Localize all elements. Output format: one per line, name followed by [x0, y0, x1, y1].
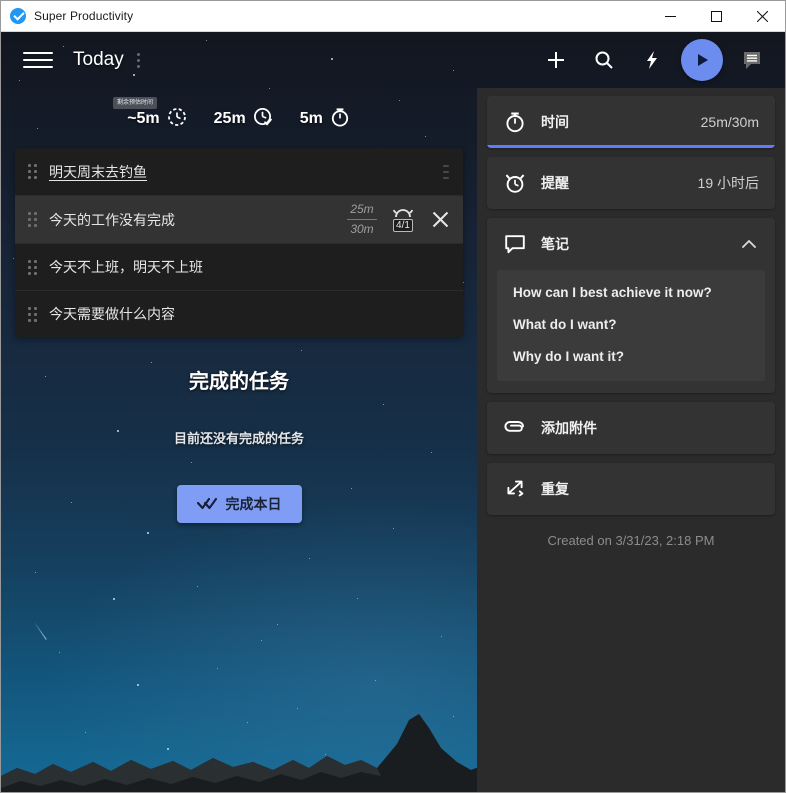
- window-title: Super Productivity: [34, 9, 134, 23]
- task-more-icon[interactable]: [443, 164, 449, 179]
- table-row[interactable]: 今天需要做什么内容: [15, 291, 463, 337]
- task-time[interactable]: 25m 30m: [345, 202, 379, 237]
- table-row[interactable]: 明天周末去钓鱼: [15, 148, 463, 196]
- task-time-divider: [347, 219, 377, 220]
- comment-icon: [503, 232, 529, 256]
- note-line: How can I best achieve it now?: [513, 285, 712, 300]
- detail-card-repeat: 重复: [487, 463, 775, 515]
- clock-check-icon: [252, 106, 274, 133]
- page-title: Today: [73, 49, 124, 70]
- app-toolbar: Today: [1, 32, 785, 88]
- note-line: What do I want?: [513, 317, 617, 332]
- note-icon[interactable]: [733, 41, 771, 79]
- more-vertical-icon[interactable]: [130, 48, 148, 72]
- summary-estimate-value: 5m: [299, 110, 323, 127]
- alarm-count: 4/1: [393, 219, 413, 232]
- summary-remaining-value: ~5m: [127, 110, 160, 127]
- summary-tooltip: 剩余预估时间: [113, 97, 158, 109]
- reminder-row[interactable]: 提醒 19 小时后: [487, 157, 775, 209]
- double-check-icon: [196, 496, 217, 513]
- task-list: 明天周末去钓鱼 今天的工作没有完成 25m 30m 4/1 今天不上班，明天不上…: [15, 148, 463, 337]
- task-time-spent: 25m: [350, 202, 374, 216]
- table-row[interactable]: 今天的工作没有完成 25m 30m 4/1: [15, 196, 463, 244]
- chevron-up-icon[interactable]: [739, 234, 759, 254]
- toolbar-actions: [537, 39, 771, 81]
- reminder-label: 提醒: [541, 175, 569, 191]
- attachment-row[interactable]: 添加附件: [487, 402, 775, 454]
- drag-handle-icon[interactable]: [15, 291, 49, 337]
- finish-day-button[interactable]: 完成本日: [176, 485, 302, 523]
- time-value: 25m/30m: [700, 114, 759, 130]
- repeat-label: 重复: [541, 481, 569, 497]
- window-titlebar: Super Productivity: [1, 1, 785, 32]
- drag-handle-icon[interactable]: [15, 149, 49, 195]
- summary-spent-value: 25m: [213, 110, 246, 127]
- task-title[interactable]: 明天周末去钓鱼: [49, 162, 453, 182]
- detail-card-notes: 笔记 How can I best achieve it now? What d…: [487, 218, 775, 393]
- time-label: 时间: [541, 114, 569, 130]
- drag-handle-icon[interactable]: [15, 244, 49, 290]
- app-content: Today 剩余预估时间 ~5m 25m 5m 明天周末去钓鱼 今天的工作没有完…: [1, 32, 785, 792]
- task-title[interactable]: 今天的工作没有完成: [49, 210, 345, 230]
- hamburger-menu-icon[interactable]: [23, 45, 53, 75]
- notes-label: 笔记: [541, 236, 569, 252]
- plus-icon[interactable]: [537, 41, 575, 79]
- time-progress-bar: [487, 145, 775, 148]
- table-row[interactable]: 今天不上班，明天不上班: [15, 244, 463, 291]
- notes-body[interactable]: How can I best achieve it now? What do I…: [497, 270, 765, 381]
- alarm-clock-icon[interactable]: 4/1: [391, 207, 415, 232]
- task-close-icon[interactable]: [427, 207, 453, 233]
- done-tasks-section: 完成的任务 目前还没有完成的任务 完成本日: [1, 365, 477, 523]
- main-content: 剩余预估时间 ~5m 25m 5m 明天周末去钓鱼 今天的工作没有完成 25m …: [1, 88, 477, 792]
- detail-card-attachment: 添加附件: [487, 402, 775, 454]
- done-tasks-title: 完成的任务: [189, 371, 289, 393]
- note-line: Why do I want it?: [513, 349, 624, 364]
- paperclip-icon: [503, 416, 529, 440]
- detail-card-reminder: 提醒 19 小时后: [487, 157, 775, 209]
- stopwatch-icon: [329, 106, 351, 133]
- time-row[interactable]: 时间 25m/30m: [487, 96, 775, 148]
- done-tasks-empty-text: 目前还没有完成的任务: [173, 431, 304, 446]
- app-window: Super Productivity Today 剩余预估时间 ~5m 25m …: [0, 0, 786, 793]
- alarm-clock-icon: [503, 171, 529, 195]
- stopwatch-icon: [503, 110, 529, 134]
- toolbar-left: Today: [23, 45, 148, 75]
- minimize-icon[interactable]: [647, 1, 693, 32]
- summary-item-remaining[interactable]: ~5m: [127, 106, 187, 133]
- window-controls: [647, 1, 785, 32]
- reminder-value: 19 小时后: [697, 175, 759, 191]
- maximize-icon[interactable]: [693, 1, 739, 32]
- drag-handle-icon[interactable]: [15, 197, 49, 243]
- close-icon[interactable]: [739, 1, 785, 32]
- lightning-bolt-icon[interactable]: [633, 41, 671, 79]
- summary-item-spent[interactable]: 25m: [214, 106, 274, 133]
- notes-row[interactable]: 笔记: [487, 218, 775, 270]
- repeat-row[interactable]: 重复: [487, 463, 775, 515]
- time-summary-bar: 剩余预估时间 ~5m 25m 5m: [1, 96, 477, 142]
- task-detail-panel: 时间 25m/30m 提醒 19 小时后 笔记 How can I best a…: [477, 88, 785, 792]
- finish-day-label: 完成本日: [225, 496, 282, 512]
- created-timestamp: Created on 3/31/23, 2:18 PM: [547, 533, 715, 548]
- search-icon[interactable]: [585, 41, 623, 79]
- check-circle-icon: [10, 8, 26, 24]
- summary-item-estimate[interactable]: 5m: [300, 106, 351, 133]
- task-time-estimate: 30m: [350, 222, 374, 236]
- task-title[interactable]: 今天需要做什么内容: [49, 304, 453, 324]
- attachment-label: 添加附件: [541, 420, 597, 436]
- repeat-icon: [503, 477, 529, 501]
- task-title[interactable]: 今天不上班，明天不上班: [49, 257, 453, 277]
- detail-card-time: 时间 25m/30m: [487, 96, 775, 148]
- clock-dashed-icon: [166, 106, 188, 133]
- play-icon[interactable]: [681, 39, 723, 81]
